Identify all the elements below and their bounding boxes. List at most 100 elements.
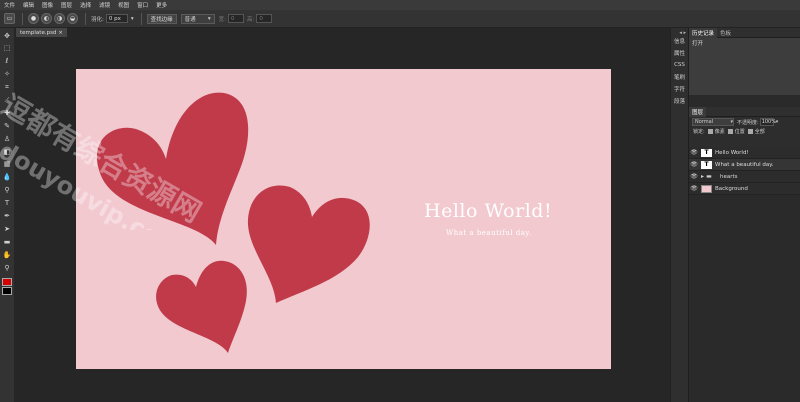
lock-label: 锁定:	[693, 129, 705, 135]
height-input[interactable]: 0	[256, 14, 273, 23]
lock-all-checkbox[interactable]	[747, 129, 753, 134]
eye-icon[interactable]: 👁	[689, 185, 699, 192]
info-panel-button[interactable]: 信息	[671, 35, 688, 47]
eye-icon[interactable]: 👁	[689, 161, 699, 168]
eye-icon[interactable]: 👁	[689, 173, 699, 180]
marquee-tool-icon[interactable]: ⬚	[2, 44, 12, 54]
menu-file[interactable]: 文件	[4, 1, 15, 9]
divider	[22, 12, 23, 25]
layers-list: 👁 T Hello World! 👁 T What a beautiful da…	[689, 147, 800, 195]
paragraph-panel-button[interactable]: 段落	[671, 95, 688, 107]
brush-panel-button[interactable]: 笔刷	[671, 71, 688, 83]
chevron-down-icon: ▾	[207, 15, 211, 22]
heart-large	[96, 92, 249, 245]
healing-tool-icon[interactable]: ✚	[2, 108, 12, 118]
layer-name: Background	[715, 185, 748, 192]
text-layer-icon: T	[701, 148, 712, 157]
layer-name: hearts	[720, 173, 738, 180]
hello-world-text: Hello World!	[424, 200, 553, 222]
properties-panel-button[interactable]: 属性	[671, 47, 688, 59]
document-tabs: template.psd ×	[16, 28, 67, 37]
divider	[85, 12, 86, 25]
opacity-label: 不透明度:	[737, 119, 759, 126]
document-canvas[interactable]: Hello World! What a beautiful day.	[76, 69, 611, 369]
feather-label: 羽化:	[91, 16, 104, 23]
tab-swatches[interactable]: 色板	[717, 28, 734, 38]
eraser-tool-icon[interactable]: ◧	[2, 147, 12, 157]
blend-mode-value: Normal	[695, 119, 714, 125]
layer-name: Hello World!	[715, 149, 749, 156]
layers-controls: Normal ▾ 不透明度: 100% ▾ 锁定: 像素 位置 全部	[689, 117, 800, 147]
width-label: 宽:	[218, 16, 226, 23]
menu-layer[interactable]: 图层	[61, 1, 72, 9]
zoom-tool-icon[interactable]: ⚲	[2, 263, 12, 273]
tools-panel: ✥ ⬚ ℓ ✧ ⌗ ⟋ ✚ ✎ ♙ ◧ ▦ 💧 ⚲ T ✒ ➤ ▬ ✋ ⚲	[0, 28, 14, 402]
foreground-color-swatch[interactable]	[2, 277, 12, 286]
character-panel-button[interactable]: 字符	[671, 83, 688, 95]
feather-input[interactable]: 0 px	[105, 14, 128, 23]
blur-tool-icon[interactable]: 💧	[2, 173, 12, 183]
menu-edit[interactable]: 编辑	[23, 1, 34, 9]
menu-image[interactable]: 图像	[42, 1, 53, 9]
hand-tool-icon[interactable]: ✋	[2, 250, 12, 260]
opacity-dropdown-icon[interactable]: ▾	[776, 119, 779, 125]
width-input[interactable]: 0	[228, 14, 244, 23]
lock-position-label: 位置	[734, 129, 745, 135]
eyedropper-tool-icon[interactable]: ⟋	[2, 95, 12, 105]
document-tab-title: template.psd	[20, 29, 57, 36]
clone-stamp-tool-icon[interactable]: ♙	[2, 134, 12, 144]
type-tool-icon[interactable]: T	[2, 199, 12, 209]
lock-all-label: 全部	[754, 129, 765, 135]
background-thumbnail-icon	[701, 184, 712, 193]
move-tool-icon[interactable]: ✥	[2, 31, 12, 41]
eye-icon[interactable]: 👁	[689, 149, 699, 156]
marquee-preset-icon[interactable]: ▭	[4, 13, 15, 24]
background-color-swatch[interactable]	[2, 286, 12, 295]
menu-select[interactable]: 选择	[80, 1, 91, 9]
tab-history[interactable]: 历史记录	[689, 27, 718, 38]
lock-pixels-label: 像素	[714, 129, 725, 135]
intersect-selection-icon[interactable]: ◒	[67, 13, 78, 24]
crop-tool-icon[interactable]: ⌗	[2, 83, 12, 93]
lock-row: 锁定: 像素 位置 全部	[689, 127, 800, 136]
close-icon[interactable]: ×	[58, 30, 63, 36]
mode-select[interactable]: 普通 ▾	[180, 13, 215, 24]
heart-small	[156, 260, 247, 353]
path-select-tool-icon[interactable]: ➤	[2, 224, 12, 234]
dodge-tool-icon[interactable]: ⚲	[2, 186, 12, 196]
refine-edge-button[interactable]: 查找边缘	[146, 13, 177, 24]
layer-row[interactable]: 👁 Background	[689, 183, 800, 195]
css-panel-button[interactable]: CSS	[671, 59, 688, 71]
menu-window[interactable]: 窗口	[137, 1, 148, 9]
lock-position-checkbox[interactable]	[727, 129, 733, 134]
opacity-input[interactable]: 100%	[759, 118, 776, 126]
layers-panel-header: 图层	[689, 106, 800, 117]
menu-filter[interactable]: 滤镜	[99, 1, 110, 9]
document-tab[interactable]: template.psd ×	[16, 28, 67, 37]
blend-mode-select[interactable]: Normal ▾	[692, 118, 734, 126]
layer-row[interactable]: 👁 T What a beautiful day.	[689, 159, 800, 171]
height-label: 高:	[247, 16, 255, 23]
lasso-tool-icon[interactable]: ℓ	[2, 57, 12, 67]
feather-dropdown-icon[interactable]: ▾	[131, 16, 134, 22]
menu-more[interactable]: 更多	[156, 1, 167, 9]
layer-options-row: Normal ▾ 不透明度: 100% ▾	[689, 117, 800, 127]
pen-tool-icon[interactable]: ✒	[2, 211, 12, 221]
add-selection-icon[interactable]: ◐	[41, 13, 52, 24]
lock-pixels-checkbox[interactable]	[707, 129, 713, 134]
brush-tool-icon[interactable]: ✎	[2, 121, 12, 131]
shape-tool-icon[interactable]: ▬	[2, 237, 12, 247]
menubar: 文件 编辑 图像 图层 选择 滤镜 视图 窗口 更多	[0, 0, 800, 10]
layer-row[interactable]: 👁 T Hello World!	[689, 147, 800, 159]
layer-row[interactable]: 👁 ▸ ▬ hearts	[689, 171, 800, 183]
magic-wand-tool-icon[interactable]: ✧	[2, 70, 12, 80]
history-item-open[interactable]: 打开	[692, 39, 797, 47]
heart-right	[247, 185, 370, 303]
gradient-tool-icon[interactable]: ▦	[2, 160, 12, 170]
tab-layers[interactable]: 图层	[689, 106, 707, 117]
layer-name: What a beautiful day.	[715, 161, 774, 168]
menu-view[interactable]: 视图	[118, 1, 129, 9]
new-selection-icon[interactable]: ●	[28, 13, 39, 24]
subtract-selection-icon[interactable]: ◑	[54, 13, 65, 24]
mode-select-value: 普通	[184, 16, 196, 23]
